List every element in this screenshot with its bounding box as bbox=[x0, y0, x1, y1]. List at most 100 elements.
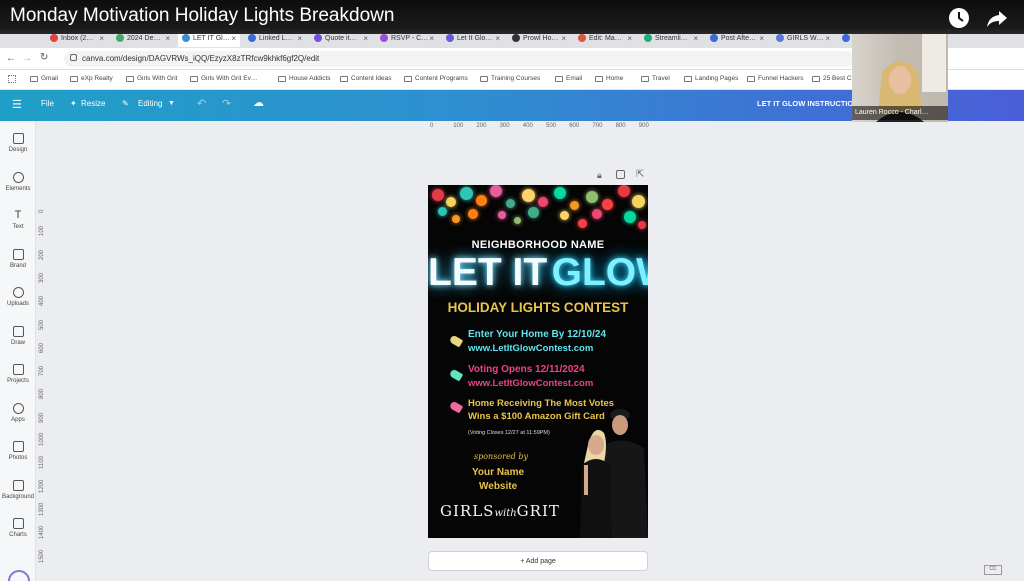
reload-icon[interactable]: ↻ bbox=[40, 52, 48, 63]
ruler-tick-label: 800 bbox=[39, 389, 45, 400]
rail-label: Elements bbox=[5, 185, 31, 192]
close-tab-icon[interactable]: × bbox=[297, 34, 302, 43]
ruler-tick-label: 1000 bbox=[39, 432, 45, 446]
tab-label: Quote it… bbox=[325, 34, 357, 42]
design-title[interactable]: LET IT GLOW INSTRUCTION bbox=[757, 99, 859, 108]
website[interactable]: Website bbox=[479, 481, 517, 492]
voting-opens-line[interactable]: Voting Opens 12/11/2024 bbox=[468, 364, 585, 375]
bookmark-item[interactable]: House Addicts bbox=[278, 75, 331, 82]
bookmark-item[interactable]: Girls With Grit bbox=[126, 75, 177, 82]
apps-grid-icon[interactable] bbox=[8, 75, 16, 83]
bokeh-light bbox=[602, 199, 613, 210]
girls-with-grit-logo[interactable]: GIRLSwithGRIT bbox=[440, 501, 560, 520]
resize-icon[interactable]: ✦ bbox=[70, 99, 77, 108]
rail-item-text[interactable]: T Text bbox=[0, 209, 36, 231]
let-it-glow-headline[interactable]: LET IT GLOW bbox=[428, 251, 648, 295]
enter-home-line[interactable]: Enter Your Home By 12/10/24 bbox=[468, 329, 606, 340]
rail-item-charts[interactable]: Charts bbox=[0, 518, 36, 538]
bookmark-label: Funnel Hackers bbox=[758, 75, 804, 82]
design-page[interactable]: NEIGHBORHOOD NAME LET IT GLOW HOLIDAY LI… bbox=[428, 185, 648, 538]
bookmark-item[interactable]: Girls With Grit Ev… bbox=[190, 75, 257, 82]
folder-icon bbox=[340, 75, 348, 82]
close-tab-icon[interactable]: × bbox=[561, 34, 566, 43]
voting-url[interactable]: www.LetItGlowContest.com bbox=[468, 378, 593, 389]
bookmark-item[interactable]: Travel bbox=[641, 75, 670, 82]
forward-icon[interactable]: → bbox=[22, 53, 32, 64]
file-menu[interactable]: File bbox=[41, 99, 54, 108]
close-tab-icon[interactable]: × bbox=[429, 34, 434, 43]
close-tab-icon[interactable]: × bbox=[495, 34, 500, 43]
rail-item-design[interactable]: Design bbox=[0, 133, 36, 153]
bookmark-item[interactable]: eXp Realty bbox=[70, 75, 113, 82]
bokeh-light bbox=[490, 185, 502, 197]
sponsored-by[interactable]: sponsored by bbox=[474, 452, 528, 461]
pencil-icon: ✎ bbox=[122, 99, 129, 108]
ruler-tick-label: 1400 bbox=[39, 525, 45, 540]
let-it-text: LET IT bbox=[428, 251, 548, 294]
close-tab-icon[interactable]: × bbox=[627, 34, 632, 43]
rail-item-background[interactable]: Background bbox=[0, 479, 36, 500]
bokeh-light bbox=[578, 219, 587, 228]
neighborhood-name[interactable]: NEIGHBORHOOD NAME bbox=[428, 239, 648, 251]
rail-item-elements[interactable]: Elements bbox=[0, 171, 36, 192]
bokeh-light bbox=[586, 191, 598, 203]
url-field[interactable]: canva.com/design/DAGVRWs_iQQ/EzyzX8zTRfc… bbox=[64, 51, 854, 67]
rail-item-draw[interactable]: Draw bbox=[0, 325, 36, 346]
bookmark-item[interactable]: Gmail bbox=[30, 75, 58, 82]
site-info-icon[interactable] bbox=[70, 54, 77, 61]
rail-item-apps[interactable]: Apps bbox=[0, 402, 36, 423]
bookmark-item[interactable]: Funnel Hackers bbox=[747, 75, 804, 82]
ruler-tick-label: 500 bbox=[546, 123, 557, 129]
canva-side-rail: Design Elements T Text Brand Uploads Draw Proje… bbox=[0, 121, 36, 581]
close-tab-icon[interactable]: × bbox=[693, 34, 698, 43]
text-icon: T bbox=[14, 209, 22, 221]
share-icon[interactable] bbox=[985, 6, 1009, 30]
rail-item-photos[interactable]: Photos bbox=[0, 441, 36, 461]
elements-icon bbox=[12, 171, 24, 183]
bokeh-light bbox=[498, 211, 506, 219]
undo-icon[interactable]: ↶ bbox=[197, 97, 206, 110]
bookmark-item[interactable]: Content Programs bbox=[404, 75, 468, 82]
ruler-tick-label: 300 bbox=[39, 272, 45, 283]
watch-later-icon[interactable] bbox=[947, 6, 971, 30]
background-icon bbox=[12, 479, 24, 491]
close-tab-icon[interactable]: × bbox=[231, 34, 236, 43]
cloud-save-icon[interactable]: ☁ bbox=[253, 96, 264, 109]
back-icon[interactable]: ← bbox=[6, 53, 16, 64]
lock-icon[interactable]: 🔒︎ bbox=[597, 170, 602, 181]
bookmark-item[interactable]: Training Courses bbox=[480, 75, 540, 82]
close-tab-icon[interactable]: × bbox=[165, 34, 170, 43]
ruler-tick-label: 900 bbox=[638, 123, 649, 129]
enter-url[interactable]: www.LetItGlowContest.com bbox=[468, 343, 593, 354]
close-tab-icon[interactable]: × bbox=[363, 34, 368, 43]
bookmark-item[interactable]: Landing Pages bbox=[684, 75, 738, 82]
duplicate-icon[interactable] bbox=[616, 170, 625, 179]
add-page-icon[interactable]: ⇱ bbox=[636, 169, 644, 180]
resize-button[interactable]: Resize bbox=[81, 99, 105, 108]
close-tab-icon[interactable]: × bbox=[825, 34, 830, 43]
editing-mode-dropdown[interactable]: Editing bbox=[138, 99, 162, 108]
contest-subtitle[interactable]: HOLIDAY LIGHTS CONTEST bbox=[428, 300, 648, 315]
rail-label: Background bbox=[1, 493, 35, 500]
bookmark-item[interactable]: Email bbox=[555, 75, 582, 82]
chevron-down-icon[interactable]: ▼ bbox=[168, 100, 175, 107]
rail-item-uploads[interactable]: Uploads bbox=[0, 287, 36, 307]
add-page-button[interactable]: + Add page bbox=[428, 551, 648, 571]
rail-item-projects[interactable]: Projects bbox=[0, 364, 36, 384]
tab-label: 2024 De… bbox=[127, 34, 161, 42]
your-name[interactable]: Your Name bbox=[472, 467, 524, 478]
close-tab-icon[interactable]: × bbox=[99, 34, 104, 43]
cc-icon[interactable]: CC bbox=[984, 565, 1002, 575]
menu-icon[interactable]: ☰ bbox=[12, 98, 22, 111]
redo-icon[interactable]: ↷ bbox=[222, 97, 231, 110]
close-tab-icon[interactable]: × bbox=[759, 34, 764, 43]
rail-item-brand[interactable]: Brand bbox=[0, 248, 36, 269]
video-frame: Inbox (2… × 2024 De… × LET IT Gl… × Linked L… ×… bbox=[0, 0, 1024, 581]
bookmark-item[interactable]: Home bbox=[595, 75, 623, 82]
voting-closes-note[interactable]: (Voting Closes 12/27 at 11:59PM) bbox=[468, 430, 550, 436]
webcam-name-label: Lauren Rocco - Charl… bbox=[852, 106, 948, 120]
bookmark-item[interactable]: Content Ideas bbox=[340, 75, 391, 82]
tab-favicon-icon bbox=[842, 34, 850, 42]
tab-label: GIRLS W… bbox=[787, 34, 824, 42]
sponsor-photo[interactable] bbox=[570, 403, 648, 538]
